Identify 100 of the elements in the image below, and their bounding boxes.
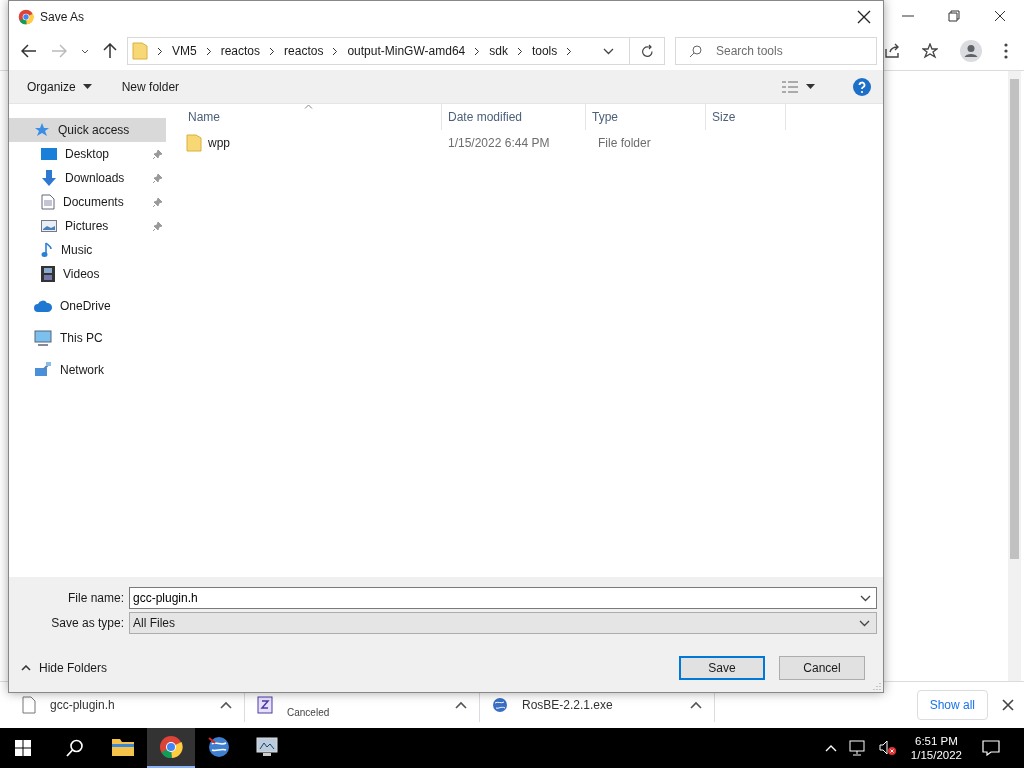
breadcrumb[interactable]: reactos — [220, 44, 261, 58]
date-cell: 1/15/2022 6:44 PM — [448, 136, 550, 150]
nav-item[interactable]: Documents — [9, 190, 166, 214]
breadcrumb[interactable]: VM5 — [172, 44, 197, 58]
cloud-icon — [34, 300, 52, 312]
notification-icon[interactable] — [982, 740, 1000, 756]
close-icon[interactable] — [1002, 699, 1014, 711]
chevron-icon[interactable] — [516, 46, 523, 56]
restore-icon[interactable] — [948, 10, 960, 22]
breadcrumb[interactable]: tools — [531, 44, 558, 58]
address-bar[interactable]: VM5 reactos reactos output-MinGW-amd64 sdk tools — [127, 37, 665, 65]
nav-item[interactable]: OneDrive — [9, 294, 166, 318]
share-icon[interactable] — [884, 43, 900, 59]
back-arrow-icon[interactable] — [21, 44, 37, 58]
globe-icon — [207, 735, 231, 759]
film-icon — [41, 266, 55, 282]
network-icon — [34, 362, 52, 378]
chevron-icon[interactable] — [332, 46, 339, 56]
help-icon[interactable] — [853, 77, 871, 96]
caret-icon[interactable] — [81, 48, 89, 54]
window-title: Save As — [40, 9, 85, 24]
folder-icon — [132, 42, 148, 60]
profile-icon[interactable] — [960, 40, 982, 62]
music-note-icon — [41, 242, 53, 258]
nav-item[interactable]: Quick access — [9, 118, 166, 142]
breadcrumb[interactable]: sdk — [489, 44, 508, 58]
menu-icon[interactable] — [1004, 43, 1008, 59]
refresh-icon[interactable] — [641, 44, 654, 58]
monitor-icon — [255, 736, 279, 758]
download-name: gcc-plugin.h — [50, 698, 116, 712]
dropdown-icon[interactable] — [860, 595, 871, 602]
chevron-icon[interactable] — [474, 46, 481, 56]
volume-muted-icon[interactable] — [878, 740, 897, 756]
clock-date[interactable]: 1/15/2022 — [910, 749, 962, 761]
file-row[interactable]: wpp 1/15/2022 6:44 PM File folder — [186, 130, 883, 156]
desktop-icon — [41, 147, 57, 161]
caret-icon[interactable] — [806, 84, 815, 89]
file-name-field[interactable]: gcc-plugin.h — [129, 587, 877, 609]
caret-icon — [21, 665, 31, 671]
caret-icon[interactable] — [220, 701, 232, 709]
caret-icon[interactable] — [455, 701, 467, 709]
folder-icon — [186, 134, 202, 152]
file-type-dropdown[interactable]: All Files — [129, 612, 877, 634]
caret-icon — [82, 84, 92, 89]
sort-caret-icon — [304, 104, 313, 109]
scrollbar[interactable] — [1008, 71, 1021, 681]
field-label: Save as type: — [50, 616, 125, 630]
clock-time[interactable]: 6:51 PM — [915, 735, 958, 747]
column-header[interactable]: Name — [186, 104, 442, 130]
chevron-icon[interactable] — [566, 46, 573, 56]
chevron-icon[interactable] — [157, 46, 163, 56]
close-icon[interactable] — [857, 9, 871, 24]
image-icon — [41, 219, 57, 233]
network-icon[interactable] — [848, 740, 867, 756]
column-header[interactable]: Size — [706, 104, 786, 130]
nav-item[interactable]: Desktop — [9, 142, 166, 166]
nav-item[interactable]: Pictures — [9, 214, 166, 238]
archive-icon — [257, 696, 273, 714]
new-folder-button[interactable]: New folder — [113, 75, 188, 98]
caret-icon[interactable] — [690, 701, 702, 709]
organize-button[interactable]: Organize — [19, 75, 100, 98]
folder-icon — [111, 737, 135, 757]
download-status: Canceled — [287, 706, 331, 718]
breadcrumb[interactable]: reactos — [284, 44, 324, 58]
close-icon[interactable] — [994, 10, 1006, 22]
computer-icon — [34, 330, 52, 346]
taskbar-app[interactable] — [147, 728, 195, 768]
nav-item[interactable]: Network — [9, 358, 166, 382]
breadcrumb[interactable]: output-MinGW-amd64 — [347, 44, 466, 58]
download-name: RosBE-2.2.1.exe — [522, 698, 614, 712]
pin-icon[interactable] — [153, 149, 163, 159]
download-arrow-icon — [41, 170, 57, 186]
show-all-button[interactable]: Show all — [916, 690, 988, 720]
column-header[interactable]: Type — [586, 104, 706, 130]
nav-item[interactable]: Music — [9, 238, 166, 262]
nav-item[interactable]: This PC — [9, 326, 166, 350]
nav-item[interactable]: Downloads — [9, 166, 166, 190]
pin-icon[interactable] — [153, 197, 163, 207]
search-field[interactable]: Search tools — [675, 37, 877, 65]
dropdown-icon[interactable] — [603, 47, 614, 55]
star-icon[interactable] — [922, 43, 938, 59]
nav-item[interactable]: Videos — [9, 262, 166, 286]
column-header[interactable]: Date modified — [442, 104, 586, 130]
hide-folders-button[interactable]: Hide Folders — [9, 657, 120, 679]
type-cell: File folder — [598, 136, 651, 150]
windows-logo-icon[interactable] — [15, 740, 31, 756]
pin-icon[interactable] — [153, 173, 163, 183]
field-label: File name: — [66, 591, 125, 605]
star-icon — [34, 122, 50, 138]
dropdown-icon — [859, 619, 870, 627]
pin-icon[interactable] — [153, 221, 163, 231]
cancel-button[interactable]: Cancel — [779, 656, 865, 680]
chevron-icon[interactable] — [205, 46, 212, 56]
chevron-icon[interactable] — [269, 46, 276, 56]
search-icon[interactable] — [66, 739, 84, 757]
up-arrow-icon[interactable] — [103, 43, 117, 59]
file-name: wpp — [208, 136, 230, 150]
document-icon — [41, 194, 55, 210]
save-button[interactable]: Save — [679, 656, 765, 680]
resize-grip-icon[interactable] — [873, 682, 881, 690]
